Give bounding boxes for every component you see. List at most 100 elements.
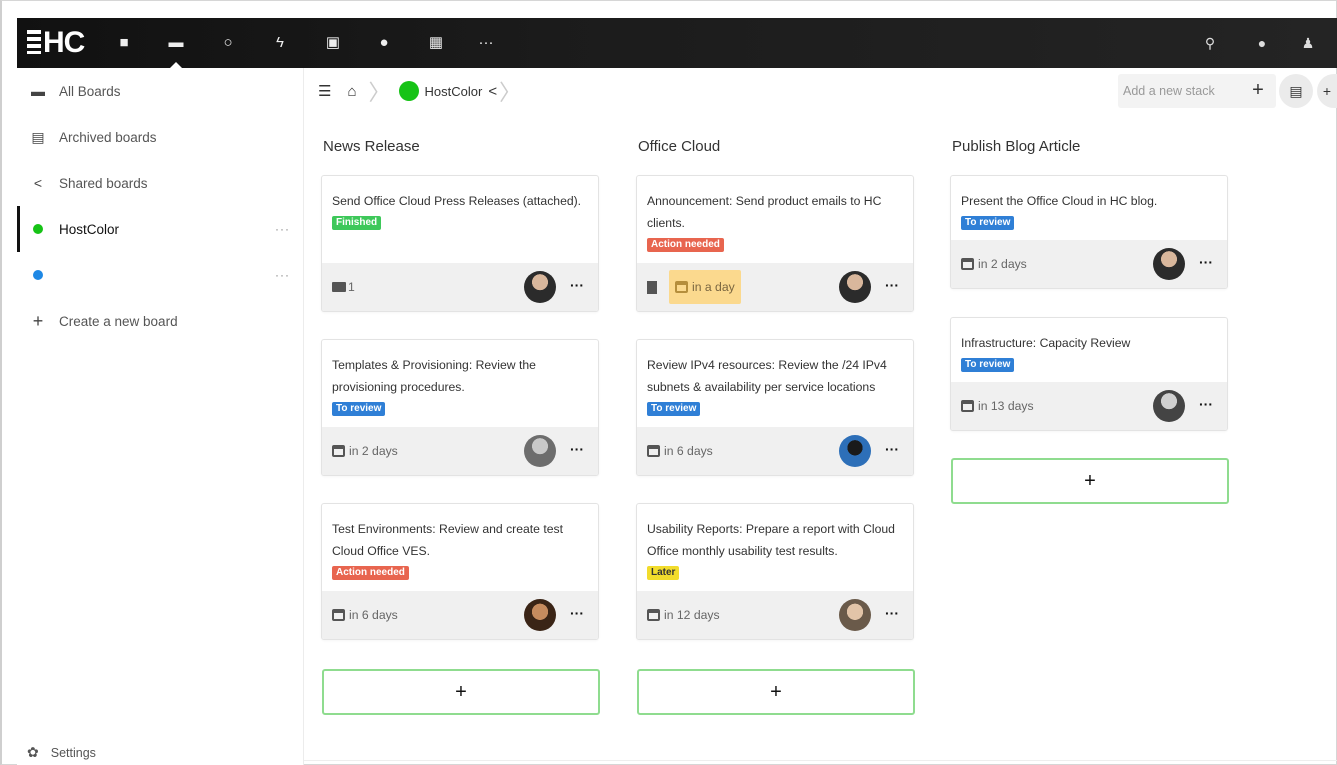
card[interactable]: Announcement: Send product emails to HC … [636, 175, 914, 312]
due-date-text: in 6 days [664, 444, 713, 458]
home-icon[interactable]: ⌂ [347, 83, 356, 100]
board-more-button[interactable]: ··· [275, 268, 290, 282]
card-label: Finished [332, 216, 382, 230]
card-footer: in 2 days ··· [322, 427, 598, 475]
board-color-dot [27, 267, 49, 283]
sidebar-item-archived-boards[interactable]: ▤ Archived boards [17, 114, 304, 160]
activity-icon[interactable]: ϟ [269, 32, 291, 54]
plus-icon: + [32, 310, 44, 331]
notifications-icon[interactable]: ● [1251, 32, 1273, 54]
avatar[interactable] [524, 599, 556, 631]
card[interactable]: Review IPv4 resources: Review the /24 IP… [636, 339, 914, 476]
board-more-button[interactable]: ··· [275, 222, 290, 236]
avatar[interactable] [1153, 390, 1185, 422]
sidebar-item-create-board[interactable]: + Create a new board [17, 298, 304, 344]
share-icon[interactable]: < [488, 83, 497, 100]
calendar-icon [332, 445, 345, 457]
search-icon[interactable]: ⚲ [1199, 32, 1221, 54]
calendar-icon [647, 445, 660, 457]
due-date: in 6 days [332, 608, 398, 622]
card-menu-button[interactable]: ··· [885, 277, 899, 293]
user-icon[interactable]: ♟ [1297, 32, 1319, 54]
card-menu-button[interactable]: ··· [570, 277, 584, 293]
due-date-text: in 12 days [664, 608, 720, 622]
calendar-icon [961, 258, 974, 270]
card-footer: in 6 days ··· [322, 591, 598, 639]
card[interactable]: Templates & Provisioning: Review the pro… [321, 339, 599, 476]
breadcrumb-board-name[interactable]: HostColor [425, 84, 483, 99]
avatar[interactable] [524, 435, 556, 467]
search-circle-icon[interactable]: ○ [217, 32, 239, 54]
settings-button[interactable]: ✿ Settings [17, 740, 96, 765]
card-menu-button[interactable]: ··· [1199, 396, 1213, 412]
due-date-text: in 13 days [978, 399, 1034, 413]
divider [304, 760, 1337, 761]
card-title: Usability Reports: Prepare a report with… [647, 522, 895, 558]
gallery-icon[interactable]: ▣ [322, 32, 344, 54]
card-menu-button[interactable]: ··· [570, 605, 584, 621]
archive-icon: ▤ [31, 128, 45, 145]
sidebar-item-all-boards[interactable]: ▬ All Boards [17, 68, 304, 114]
card-menu-button[interactable]: ··· [570, 441, 584, 457]
avatar[interactable] [839, 271, 871, 303]
card-menu-button[interactable]: ··· [885, 605, 899, 621]
folder-icon [332, 282, 346, 292]
due-date: in 2 days [961, 257, 1027, 271]
description-icon [647, 280, 657, 294]
add-card-button[interactable]: + [951, 458, 1229, 504]
add-card-button[interactable]: + [322, 669, 600, 715]
sidebar-item-shared-boards[interactable]: < Shared boards [17, 160, 304, 206]
card-footer: in 13 days ··· [951, 382, 1227, 430]
card-title: Infrastructure: Capacity Review [961, 336, 1131, 350]
add-stack-button[interactable]: + [1248, 78, 1268, 102]
more-icon[interactable]: ··· [475, 32, 497, 54]
avatar[interactable] [1153, 248, 1185, 280]
logo-text: HC [43, 26, 85, 59]
due-date: in 12 days [647, 608, 720, 622]
calendar-icon [332, 609, 345, 621]
card-title: Announcement: Send product emails to HC … [647, 194, 882, 230]
add-stack-placeholder: Add a new stack [1123, 84, 1215, 98]
card-label: To review [332, 402, 386, 416]
card-label: To review [961, 358, 1015, 372]
card-label: Action needed [647, 238, 724, 252]
contacts-icon[interactable]: ● [373, 32, 395, 54]
share-icon: < [33, 175, 43, 191]
stack-title: Publish Blog Article [952, 138, 1081, 155]
card-menu-button[interactable]: ··· [1199, 254, 1213, 270]
card-title: Review IPv4 resources: Review the /24 IP… [647, 358, 887, 394]
sidebar-item-hostcolor[interactable]: HostColor ··· [17, 206, 304, 252]
breadcrumb: ☰ ⌂ 〉 HostColor < 〉 [318, 74, 529, 108]
logo[interactable]: HC [27, 26, 85, 59]
board-color-dot [398, 81, 419, 101]
card-footer: in a day ··· [637, 263, 913, 311]
settings-label: Settings [50, 745, 96, 760]
attachment-count: 1 [348, 280, 355, 294]
card[interactable]: Present the Office Cloud in HC blog. To … [950, 175, 1228, 289]
stack-title: Office Cloud [638, 138, 721, 155]
gear-icon: ✿ [27, 744, 39, 760]
add-card-button[interactable]: + [637, 669, 915, 715]
card-footer: in 2 days ··· [951, 240, 1227, 288]
sidebar: ▬ All Boards ▤ Archived boards < Shared … [17, 68, 304, 765]
files-icon[interactable]: ■ [113, 32, 135, 54]
card[interactable]: Infrastructure: Capacity Review To revie… [950, 317, 1228, 431]
card[interactable]: Test Environments: Review and create tes… [321, 503, 599, 640]
deck-icon[interactable]: ▬ [165, 32, 187, 68]
sidebar-item-label: Shared boards [59, 175, 148, 191]
card[interactable]: Send Office Cloud Press Releases (attach… [321, 175, 599, 312]
card[interactable]: Usability Reports: Prepare a report with… [636, 503, 914, 640]
hamburger-menu-icon[interactable]: ☰ [318, 82, 331, 100]
avatar[interactable] [839, 599, 871, 631]
due-date-text: in 6 days [349, 608, 398, 622]
card-menu-button[interactable]: ··· [885, 441, 899, 457]
avatar[interactable] [839, 435, 871, 467]
calendar-icon[interactable]: ▦ [425, 32, 447, 54]
top-navigation-bar: HC ■ ▬ ○ ϟ ▣ ● ▦ ··· ⚲ ● ♟ [17, 18, 1337, 68]
card-label: Action needed [332, 566, 409, 580]
archive-toggle-icon[interactable]: ▤ [1279, 74, 1313, 108]
avatar[interactable] [524, 271, 556, 303]
breadcrumb-separator: 〉 [499, 80, 522, 105]
sidebar-item-unnamed-board[interactable]: ··· [17, 252, 304, 298]
due-date-text: in 2 days [978, 257, 1027, 271]
